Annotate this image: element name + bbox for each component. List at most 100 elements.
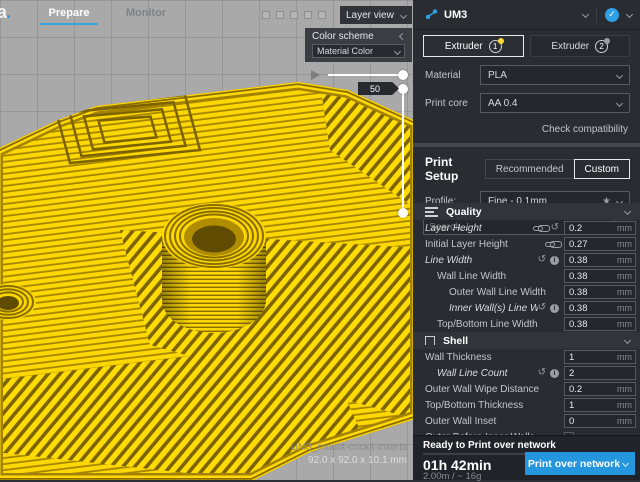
printer-name: UM3 <box>444 9 583 21</box>
chevron-down-icon <box>624 337 631 344</box>
revert-icon[interactable]: ↺ <box>538 255 546 265</box>
chevron-down-icon <box>622 460 629 467</box>
extruder-2-tab[interactable]: Extruder 2 <box>530 35 631 57</box>
view-right-icon[interactable] <box>318 11 326 19</box>
extruder-1-badge: 1 <box>489 40 502 53</box>
setting-unit: mm <box>617 352 632 362</box>
view-front-icon[interactable] <box>276 11 284 19</box>
3d-viewport[interactable]: a. Prepare Monitor Layer view Color sche… <box>0 0 413 480</box>
setting-unit: mm <box>617 384 632 394</box>
info-icon[interactable]: i <box>550 304 559 313</box>
print-over-network-button[interactable]: Print over network <box>525 452 635 475</box>
link-icon <box>533 226 543 231</box>
setting-label: Top/Bottom Thickness <box>413 400 559 411</box>
setting-unit: mm <box>617 303 632 313</box>
setting-row[interactable]: Initial Layer Height0.27mm <box>413 236 640 252</box>
revert-icon[interactable]: ↺ <box>538 368 546 378</box>
setting-row[interactable]: Line Width↺i0.38mm <box>413 252 640 268</box>
custom-mode-button[interactable]: Custom <box>574 159 630 179</box>
setting-value-field[interactable]: 0.38mm <box>564 253 636 267</box>
section-header-shell[interactable]: Shell <box>413 332 640 349</box>
model-cylinder <box>162 203 266 333</box>
color-scheme-dropdown[interactable]: Material Color <box>312 44 405 58</box>
info-icon[interactable]: i <box>550 256 559 265</box>
print-core-dropdown[interactable]: AA 0.4 <box>480 93 630 113</box>
material-dropdown[interactable]: PLA <box>480 65 630 85</box>
setting-unit: mm <box>617 271 632 281</box>
setting-value: 0.38 <box>569 255 617 266</box>
view-left-icon[interactable] <box>304 11 312 19</box>
play-simulation-button[interactable] <box>311 70 320 80</box>
layer-slider-lower-handle[interactable] <box>398 208 408 218</box>
setting-row[interactable]: Outer Wall Line Width 0.38mm <box>413 284 640 300</box>
setting-value-field[interactable]: 1mm <box>564 350 636 364</box>
setting-row[interactable]: Wall Line Count↺i2 <box>413 365 640 381</box>
setting-value-field[interactable]: 0.38mm <box>564 301 636 315</box>
chevron-down-icon <box>582 11 589 18</box>
setting-row[interactable]: Outer Wall Inset0mm <box>413 413 640 429</box>
setting-row[interactable]: Inner Wall(s) Line Width↺i0.38mm <box>413 300 640 316</box>
setting-value-field[interactable]: 0.38mm <box>564 285 636 299</box>
camera-view-icons <box>262 11 326 19</box>
model-filename: UM3_mount-crickit-inserts <box>291 442 407 453</box>
material-label: Material <box>425 70 480 81</box>
setting-value-field[interactable]: 1mm <box>564 398 636 412</box>
setting-value-field[interactable]: 0.2mm <box>564 221 636 235</box>
setting-row[interactable]: Top/Bottom Thickness 1mm <box>413 397 640 413</box>
setting-row[interactable]: Top/Bottom Line Width0.38mm <box>413 316 640 332</box>
layer-slider-upper-handle[interactable] <box>398 84 408 94</box>
setting-value: 0 <box>569 416 617 427</box>
print-core-label: Print core <box>425 98 480 109</box>
print-job-footer: Ready to Print over network 01h 42min 2.… <box>413 435 640 480</box>
sliced-model[interactable] <box>0 0 413 480</box>
setting-value-field[interactable]: 0.38mm <box>564 269 636 283</box>
chevron-down-icon <box>394 47 401 54</box>
setting-row[interactable]: Outer Wall Wipe Distance0.2mm <box>413 381 640 397</box>
printer-selector[interactable]: UM3 ✓ <box>413 0 640 30</box>
simulation-slider-track[interactable] <box>328 74 402 76</box>
extruder-2-badge: 2 <box>595 40 608 53</box>
view-3d-icon[interactable] <box>262 11 270 19</box>
material-usage-estimate: 2.00m / ~ 16g <box>423 471 481 482</box>
print-core-row: Print core AA 0.4 <box>413 89 640 117</box>
setting-value: 2 <box>569 368 632 379</box>
check-compatibility-link[interactable]: Check compatibility <box>542 124 628 135</box>
material-row: Material PLA <box>413 61 640 89</box>
setting-unit: mm <box>617 416 632 426</box>
logo-dot: . <box>6 2 10 22</box>
setting-value-field[interactable]: 0.38mm <box>564 317 636 331</box>
setting-value-field[interactable]: 0.2mm <box>564 382 636 396</box>
revert-icon[interactable]: ↺ <box>538 303 546 313</box>
setting-value-field[interactable]: 0mm <box>564 414 636 428</box>
recommended-mode-button[interactable]: Recommended <box>485 159 574 179</box>
info-icon[interactable]: i <box>550 369 559 378</box>
simulation-slider-handle[interactable] <box>398 70 408 80</box>
tab-prepare[interactable]: Prepare <box>40 7 98 19</box>
setting-row[interactable]: Layer Height↺0.2mm <box>413 220 640 236</box>
model-info: UM3_mount-crickit-inserts 92.0 x 92.0 x … <box>291 442 407 466</box>
setting-unit: mm <box>617 319 632 329</box>
setting-value: 1 <box>569 352 617 363</box>
setting-value: 0.38 <box>569 319 617 330</box>
section-header-quality[interactable]: Quality <box>413 203 640 220</box>
job-status-text: Ready to Print over network <box>423 440 556 451</box>
setting-row[interactable]: Wall Line Width0.38mm <box>413 268 640 284</box>
connection-status-icon[interactable]: ✓ <box>605 8 619 22</box>
setting-value: 0.38 <box>569 287 617 298</box>
setting-row[interactable]: Wall Thickness1mm <box>413 349 640 365</box>
setting-value-field[interactable]: 2 <box>564 366 636 380</box>
setting-label: Line Width <box>413 255 538 266</box>
layer-slider-track[interactable] <box>402 88 404 213</box>
chevron-down-icon[interactable] <box>626 11 633 18</box>
view-mode-dropdown[interactable]: Layer view <box>340 6 412 24</box>
material-color-dot <box>604 38 610 44</box>
revert-icon[interactable]: ↺ <box>551 223 559 233</box>
extruder-1-tab[interactable]: Extruder 1 <box>423 35 524 57</box>
setting-icons: ↺i <box>538 255 559 265</box>
setting-value-field[interactable]: 0.27mm <box>564 237 636 251</box>
model-dimensions: 92.0 x 92.0 x 10.1 mm <box>291 455 407 466</box>
tab-monitor[interactable]: Monitor <box>118 7 174 19</box>
collapse-icon[interactable] <box>399 33 406 40</box>
view-top-icon[interactable] <box>290 11 298 19</box>
setting-label: Outer Wall Line Width <box>413 287 559 298</box>
